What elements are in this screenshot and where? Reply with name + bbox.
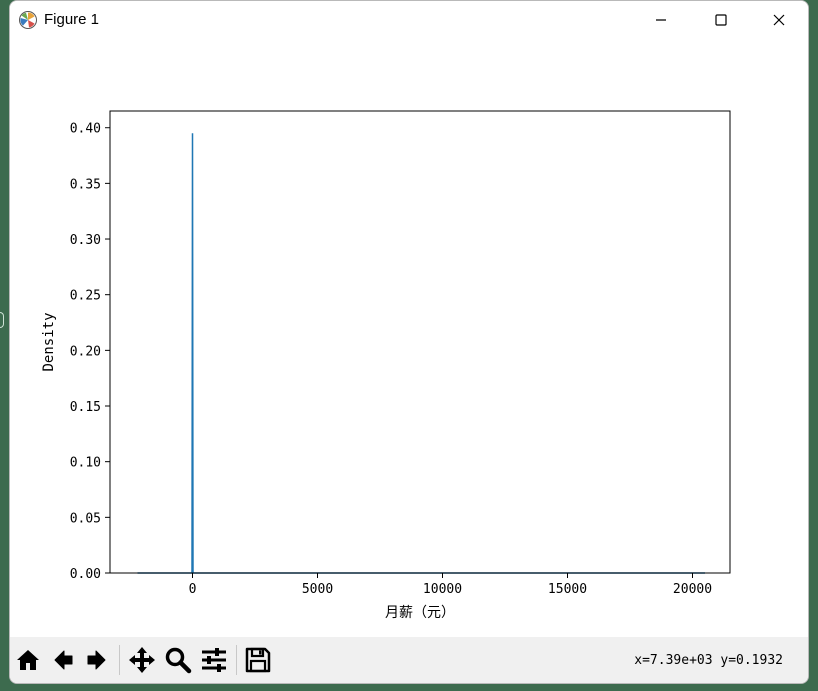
- toolbar-separator: [119, 645, 120, 675]
- minimize-icon: [656, 19, 666, 21]
- save-floppy-icon: [245, 647, 271, 673]
- x-tick-label: 10000: [423, 582, 462, 597]
- desktop-edge-indicator: [0, 312, 4, 328]
- forward-arrow-icon: [87, 650, 106, 670]
- y-tick-label: 0.05: [70, 511, 101, 526]
- y-tick-label: 0.00: [70, 567, 101, 582]
- y-tick-label: 0.15: [70, 400, 101, 415]
- axes-frame: [109, 110, 731, 574]
- home-icon: [17, 650, 39, 670]
- y-tick-label: 0.20: [70, 344, 101, 359]
- configure-sliders-icon: [202, 648, 226, 672]
- forward-button[interactable]: [82, 645, 112, 675]
- density-line-series-0: [137, 133, 705, 574]
- zoom-button[interactable]: [163, 645, 193, 675]
- pan-button[interactable]: [127, 645, 157, 675]
- save-button[interactable]: [243, 645, 273, 675]
- cursor-coordinates: x=7.39e+03 y=0.1932: [634, 653, 783, 668]
- pan-move-icon: [129, 647, 155, 673]
- x-tick-label: 0: [189, 582, 197, 597]
- close-icon: [773, 14, 785, 26]
- x-tick-label: 20000: [673, 582, 712, 597]
- minimize-button[interactable]: [638, 1, 684, 39]
- figure-window: Figure 1 0 5000 10000 15000 20000 0.00 0.05 0.…: [9, 0, 809, 684]
- window-title: Figure 1: [44, 11, 100, 28]
- back-arrow-icon: [54, 650, 73, 670]
- y-tick-label: 0.35: [70, 177, 101, 192]
- zoom-magnifier-icon: [165, 647, 192, 674]
- back-button[interactable]: [48, 645, 78, 675]
- y-tick-label: 0.25: [70, 289, 101, 304]
- x-axis-label: 月薪（元）: [385, 605, 455, 621]
- maximize-icon: [715, 14, 727, 26]
- y-tick-label: 0.40: [70, 122, 101, 137]
- toolbar-separator: [236, 645, 237, 675]
- y-tick-label: 0.30: [70, 233, 101, 248]
- close-button[interactable]: [756, 1, 802, 39]
- maximize-button[interactable]: [698, 1, 744, 39]
- x-tick-label: 5000: [302, 582, 333, 597]
- home-button[interactable]: [13, 645, 43, 675]
- navigation-toolbar: x=7.39e+03 y=0.1932: [10, 637, 808, 683]
- density-chart[interactable]: 0 5000 10000 15000 20000 0.00 0.05 0.10 0.15 0.2…: [10, 39, 809, 637]
- y-axis-label: Density: [41, 312, 57, 371]
- y-tick-label: 0.10: [70, 456, 101, 471]
- matplotlib-icon: [19, 11, 37, 29]
- configure-subplots-button[interactable]: [199, 645, 229, 675]
- x-tick-label: 15000: [548, 582, 587, 597]
- title-bar[interactable]: Figure 1: [10, 1, 808, 39]
- plot-canvas[interactable]: 0 5000 10000 15000 20000 0.00 0.05 0.10 0.15 0.2…: [10, 39, 809, 637]
